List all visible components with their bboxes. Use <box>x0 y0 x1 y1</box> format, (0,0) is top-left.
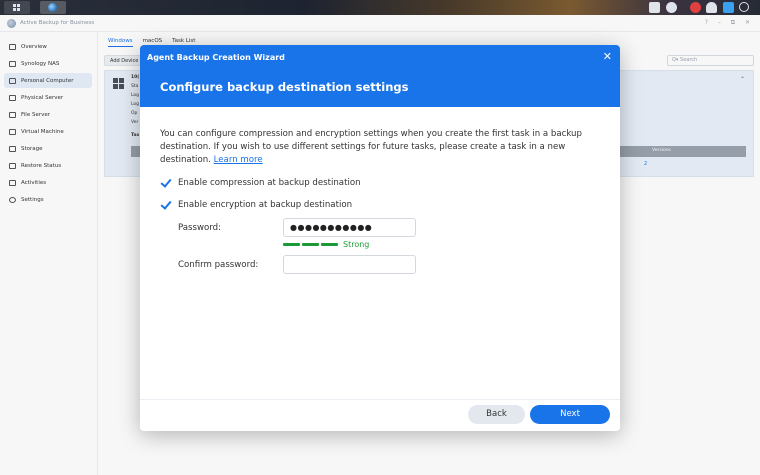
app-grid-icon[interactable] <box>4 1 30 14</box>
close-icon[interactable]: ✕ <box>603 50 612 63</box>
compression-option[interactable]: Enable compression at backup destination <box>160 177 361 189</box>
back-button[interactable]: Back <box>468 405 525 424</box>
password-label: Password: <box>178 223 222 233</box>
strength-bar-2 <box>302 243 319 246</box>
wizard-window-title: Agent Backup Creation Wizard <box>147 53 285 62</box>
wizard-step-title: Configure backup destination settings <box>160 80 409 94</box>
user-icon[interactable] <box>706 2 717 13</box>
password-strength-label: Strong <box>343 240 370 249</box>
compression-checkbox[interactable] <box>160 177 172 189</box>
encryption-label: Enable encryption at backup destination <box>178 200 353 210</box>
widgets-icon[interactable] <box>723 2 734 13</box>
wizard-header: Agent Backup Creation Wizard ✕ Configure… <box>140 45 620 107</box>
notes-icon[interactable] <box>649 2 660 13</box>
user-sync-icon[interactable] <box>666 2 677 13</box>
backup-wizard-dialog: Agent Backup Creation Wizard ✕ Configure… <box>140 45 620 431</box>
notification-icon[interactable] <box>690 2 701 13</box>
strength-bar-1 <box>283 243 300 246</box>
os-taskbar <box>0 0 760 15</box>
confirm-password-field[interactable] <box>283 255 416 274</box>
confirm-password-label: Confirm password: <box>178 260 259 270</box>
wizard-description: You can configure compression and encryp… <box>160 128 600 167</box>
encryption-checkbox[interactable] <box>160 199 172 211</box>
encryption-option[interactable]: Enable encryption at backup destination <box>160 199 352 211</box>
next-button[interactable]: Next <box>530 405 610 424</box>
password-field[interactable]: ●●●●●●●●●●● <box>283 218 416 237</box>
learn-more-link[interactable]: Learn more <box>214 155 263 165</box>
compression-label: Enable compression at backup destination <box>178 178 361 188</box>
search-icon[interactable] <box>739 2 749 12</box>
password-strength-meter <box>283 243 338 246</box>
active-backup-taskbar-icon[interactable] <box>40 1 66 14</box>
strength-bar-3 <box>321 243 338 246</box>
wizard-footer-divider <box>140 399 620 400</box>
